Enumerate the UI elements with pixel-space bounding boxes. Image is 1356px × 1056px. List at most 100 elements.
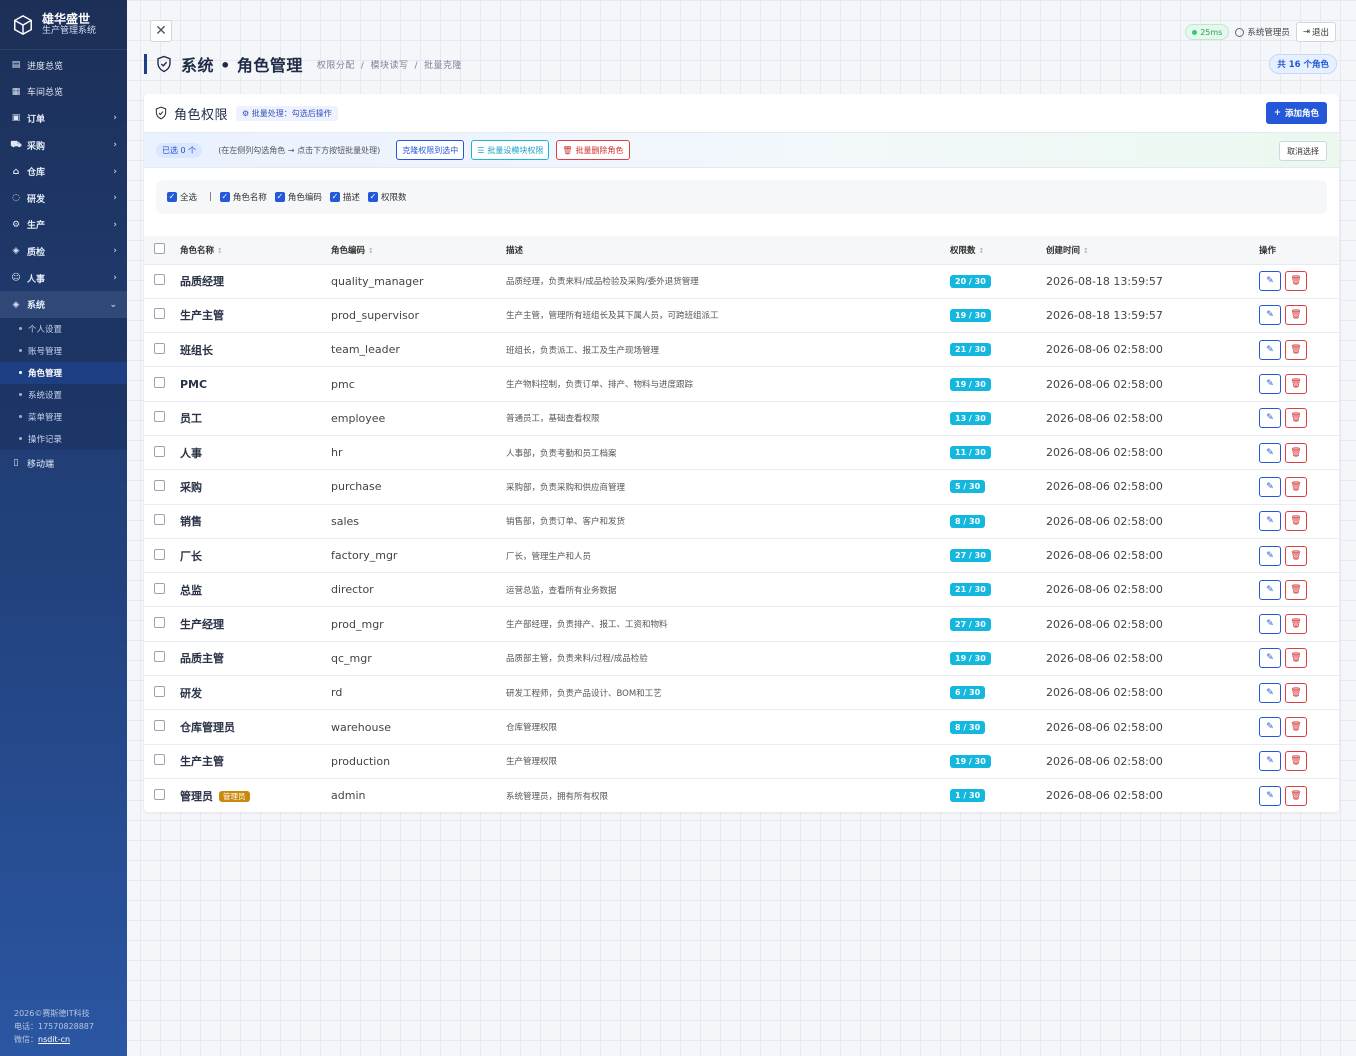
row-checkbox[interactable] (154, 377, 165, 389)
row-checkbox[interactable] (154, 479, 165, 491)
perm-count-badge: 13 / 30 (950, 411, 991, 425)
edit-button[interactable]: ✎ (1259, 751, 1281, 772)
brand[interactable]: 雄华盛世 生产管理系统 (0, 0, 127, 50)
row-checkbox[interactable] (154, 754, 165, 766)
row-checkbox[interactable] (154, 582, 165, 594)
perm-count-badge: 11 / 30 (950, 446, 991, 460)
row-checkbox[interactable] (154, 445, 165, 457)
delete-button[interactable]: 🗑 (1285, 271, 1307, 292)
nav-item-warehouse[interactable]: ⌂ 仓库 › (0, 158, 127, 185)
trash-icon: 🗑 (1290, 790, 1302, 801)
sub-item-menus[interactable]: 菜单管理 (0, 406, 127, 428)
clone-permissions-button[interactable]: 克隆权限到选中 (396, 140, 465, 160)
delete-button[interactable]: 🗑 (1285, 374, 1307, 395)
delete-button[interactable]: 🗑 (1285, 579, 1307, 600)
delete-button[interactable]: 🗑 (1285, 511, 1307, 532)
delete-button[interactable]: 🗑 (1285, 614, 1307, 635)
col-header-created[interactable]: 创建时间 ↕ (1040, 236, 1253, 265)
toggle-col-desc[interactable]: ✓ 描述 (329, 191, 360, 203)
edit-button[interactable]: ✎ (1259, 614, 1281, 635)
col-header-ops: 操作 (1253, 236, 1339, 265)
nav-item-qc[interactable]: ◈ 质检 › (0, 238, 127, 265)
delete-button[interactable]: 🗑 (1285, 785, 1307, 806)
sub-item-roles[interactable]: 角色管理 (0, 361, 127, 384)
row-checkbox[interactable] (154, 651, 165, 663)
close-tab-button[interactable]: ✕ (150, 20, 172, 42)
delete-button[interactable]: 🗑 (1285, 648, 1307, 669)
row-checkbox[interactable] (154, 411, 165, 423)
delete-button[interactable]: 🗑 (1285, 682, 1307, 703)
select-all-checkbox[interactable] (154, 242, 165, 254)
created-time: 2026-08-18 13:59:57 (1046, 274, 1163, 288)
edit-button[interactable]: ✎ (1259, 682, 1281, 703)
toggle-select-all[interactable]: ✓ 全选 (167, 191, 197, 203)
nav-item-purchase[interactable]: ⛟ 采购 › (0, 132, 127, 159)
delete-button[interactable]: 🗑 (1285, 442, 1307, 463)
nav-item-orders[interactable]: ▣ 订单 › (0, 105, 127, 132)
toggle-col-code[interactable]: ✓ 角色编码 (274, 191, 322, 203)
add-role-button[interactable]: + 添加角色 (1265, 102, 1327, 124)
edit-button[interactable]: ✎ (1259, 545, 1281, 566)
edit-button[interactable]: ✎ (1259, 511, 1281, 532)
role-desc: 生产部经理，负责排产、报工、工资和物料 (506, 620, 668, 631)
chevron-right-icon: › (113, 140, 117, 151)
edit-button[interactable]: ✎ (1259, 476, 1281, 497)
col-header-code[interactable]: 角色编码 ↕ (325, 236, 500, 265)
edit-button[interactable]: ✎ (1259, 271, 1281, 292)
nav-item-workshop[interactable]: ▦ 车间总览 (0, 79, 127, 106)
role-code: quality_manager (331, 274, 424, 288)
delete-button[interactable]: 🗑 (1285, 476, 1307, 497)
delete-button[interactable]: 🗑 (1285, 305, 1307, 326)
sub-item-settings[interactable]: 系统设置 (0, 384, 127, 406)
clear-selection-button[interactable]: 取消选择 (1279, 141, 1327, 161)
edit-button[interactable]: ✎ (1259, 785, 1281, 806)
toggle-col-name[interactable]: ✓ 角色名称 (219, 191, 267, 203)
row-checkbox[interactable] (154, 720, 165, 731)
col-header-name[interactable]: 角色名称 ↕ (174, 236, 325, 265)
row-checkbox[interactable] (154, 308, 165, 320)
toggle-col-perm[interactable]: ✓ 权限数 (367, 191, 406, 203)
batch-delete-button[interactable]: 🗑 批量删除角色 (556, 140, 630, 160)
role-code: pmc (331, 377, 355, 391)
nav-item-progress[interactable]: ▤ 进度总览 (0, 52, 127, 79)
trash-icon: 🗑 (1290, 516, 1302, 527)
delete-button[interactable]: 🗑 (1285, 339, 1307, 360)
edit-button[interactable]: ✎ (1259, 717, 1281, 737)
nav-item-system[interactable]: ◈ 系统 ⌄ (0, 291, 127, 318)
sub-item-accounts[interactable]: 账号管理 (0, 340, 127, 362)
batch-module-perm-button[interactable]: ☰ 批量设模块权限 (471, 140, 550, 160)
col-header-perm[interactable]: 权限数 ↕ (944, 236, 1040, 265)
row-checkbox[interactable] (154, 788, 165, 800)
table-row: 员工 employee 普通员工，基础查看权限 13 / 30 2026-08-06 0… (144, 401, 1339, 436)
nav-item-hr[interactable]: ☺ 人事 › (0, 265, 127, 292)
delete-button[interactable]: 🗑 (1285, 545, 1307, 566)
delete-button[interactable]: 🗑 (1285, 408, 1307, 429)
edit-button[interactable]: ✎ (1259, 579, 1281, 600)
check-icon: ✓ (167, 192, 177, 202)
row-checkbox[interactable] (154, 514, 165, 526)
edit-button[interactable]: ✎ (1259, 442, 1281, 463)
current-user[interactable]: 系统管理员 (1235, 26, 1290, 38)
row-checkbox[interactable] (154, 342, 165, 354)
edit-button[interactable]: ✎ (1259, 339, 1281, 360)
sub-item-personal[interactable]: 个人设置 (0, 318, 127, 340)
delete-button[interactable]: 🗑 (1285, 717, 1307, 737)
nav-item-mobile[interactable]: ▯ 移动端 (0, 450, 127, 477)
logout-button[interactable]: ⇥ 退出 (1295, 22, 1336, 42)
nav-item-rd[interactable]: ◌ 研发 › (0, 185, 127, 212)
role-name: 管理员 管理员 (174, 778, 325, 812)
status-dot-icon (1192, 29, 1198, 35)
edit-button[interactable]: ✎ (1259, 408, 1281, 429)
row-checkbox[interactable] (154, 617, 165, 629)
sidebar-footer: 2026©赛斯德IT科技 电话：17570828887 微信：nsdit-cn (14, 1009, 94, 1044)
edit-button[interactable]: ✎ (1259, 305, 1281, 326)
edit-button[interactable]: ✎ (1259, 648, 1281, 669)
row-checkbox[interactable] (154, 274, 165, 286)
edit-button[interactable]: ✎ (1259, 374, 1281, 395)
sub-item-logs[interactable]: 操作记录 (0, 428, 127, 450)
trash-icon: 🗑 (1290, 310, 1302, 321)
delete-button[interactable]: 🗑 (1285, 751, 1307, 772)
row-checkbox[interactable] (154, 548, 165, 560)
row-checkbox[interactable] (154, 685, 165, 697)
nav-item-production[interactable]: ⚙ 生产 › (0, 212, 127, 239)
